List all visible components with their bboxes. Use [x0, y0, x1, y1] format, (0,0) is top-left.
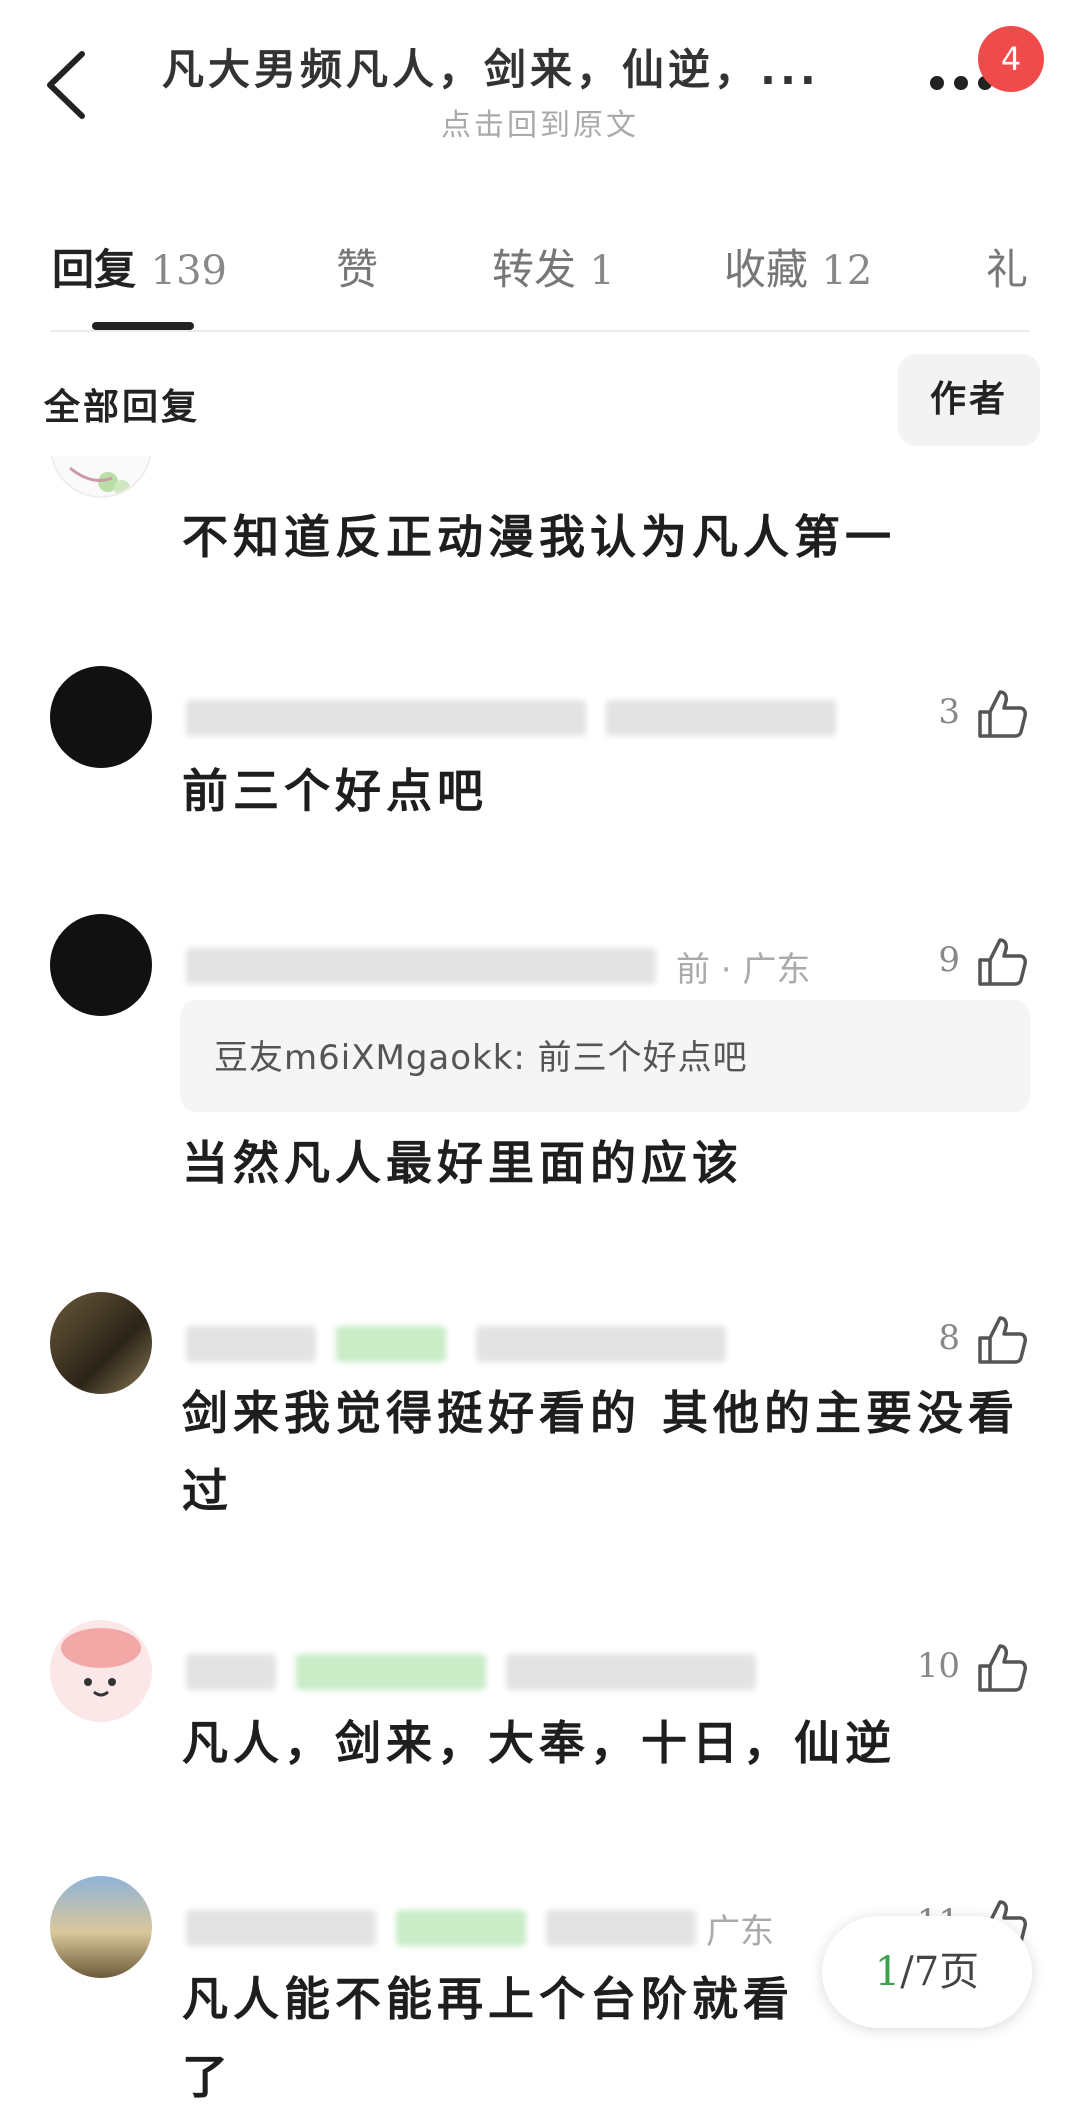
reply-meta	[186, 1646, 846, 1696]
avatar[interactable]	[50, 1292, 152, 1394]
reply-list[interactable]: 不知道反正动漫我认为凡人第一 3 前三个好点吧 前 · 广东 9 豆友m6iXM…	[0, 456, 1080, 2121]
tab-reposts[interactable]: 转发 1	[492, 236, 615, 297]
total-pages: /7页	[900, 1949, 980, 1995]
reply-meta: 广东	[186, 1902, 846, 1952]
tab-likes[interactable]: 赞	[336, 236, 378, 297]
tab-count: 12	[821, 248, 873, 294]
reply-text: 前三个好点吧	[182, 764, 488, 818]
tab-count: 139	[150, 248, 227, 294]
divider	[50, 330, 1030, 332]
like-control[interactable]: 10	[880, 1640, 1030, 1700]
thumbs-up-icon[interactable]	[974, 1312, 1030, 1368]
author-only-button[interactable]: 作者	[898, 354, 1040, 446]
reply-meta	[186, 1318, 846, 1368]
reply-meta: 前 · 广东	[186, 940, 846, 990]
like-count: 8	[938, 1318, 960, 1358]
tab-replies[interactable]: 回复 139	[52, 236, 227, 297]
tab-count: 1	[589, 248, 615, 294]
avatar[interactable]	[50, 914, 152, 1016]
reply-text: 凡人能不能再上个台阶就看了	[182, 1972, 794, 2104]
like-control[interactable]: 8	[880, 1312, 1030, 1372]
like-control[interactable]: 9	[880, 934, 1030, 994]
thumbs-up-icon[interactable]	[974, 1640, 1030, 1696]
reply-meta	[186, 692, 846, 742]
reply-text: 凡人，剑来，大奉，十日，仙逆	[182, 1716, 896, 1770]
active-tab-indicator	[92, 322, 194, 330]
avatar[interactable]	[50, 1876, 152, 1978]
like-count: 10	[916, 1646, 960, 1686]
thumbs-up-icon[interactable]	[974, 686, 1030, 742]
notification-badge[interactable]: 4	[978, 26, 1044, 92]
reply-text: 剑来我觉得挺好看的 其他的主要没看过	[182, 1386, 1020, 1518]
tab-label: 回复	[52, 245, 137, 294]
current-page: 1	[874, 1949, 901, 1995]
reply-location: 广东	[706, 1912, 774, 1952]
page-indicator[interactable]: 1/7页	[822, 1916, 1032, 2028]
thumbs-up-icon[interactable]	[974, 934, 1030, 990]
avatar[interactable]	[50, 1620, 152, 1722]
tab-label: 礼	[986, 245, 1029, 294]
reply-text: 当然凡人最好里面的应该	[182, 1136, 743, 1190]
top-bar: 凡大男频凡人，剑来，仙逆，... 点击回到原文 4	[0, 0, 1080, 160]
tab-label: 收藏	[724, 245, 809, 294]
reaction-tabs: 回复 139 赞 转发 1 收藏 12 礼	[0, 220, 1080, 330]
back-to-post-link[interactable]: 点击回到原文	[0, 100, 1080, 144]
like-count: 3	[938, 692, 960, 732]
tab-gifts[interactable]: 礼	[986, 236, 1028, 297]
quoted-reply[interactable]: 豆友m6iXMgaokk: 前三个好点吧	[180, 1000, 1030, 1112]
like-control[interactable]: 3	[880, 686, 1030, 746]
all-replies-filter[interactable]: 全部回复	[44, 378, 200, 430]
reply-time-location: 前 · 广东	[676, 950, 811, 990]
tab-favorites[interactable]: 收藏 12	[724, 236, 872, 297]
tab-label: 赞	[336, 245, 379, 294]
avatar[interactable]	[50, 666, 152, 768]
like-count: 9	[938, 940, 960, 980]
avatar[interactable]	[50, 456, 152, 498]
tab-label: 转发	[492, 245, 577, 294]
reply-text: 不知道反正动漫我认为凡人第一	[182, 510, 896, 564]
post-title[interactable]: 凡大男频凡人，剑来，仙逆，...	[162, 36, 882, 97]
